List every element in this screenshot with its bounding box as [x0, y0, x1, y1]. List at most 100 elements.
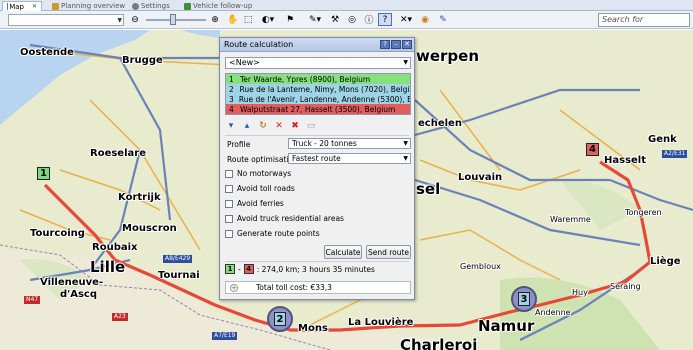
city-label: Tourcoing	[30, 228, 85, 239]
reverse-icon[interactable]: ↻	[257, 120, 269, 132]
city-label: Charleroi	[400, 336, 478, 350]
tab-planning-label: Planning overview	[61, 2, 126, 10]
tab-map[interactable]: Map ✕	[2, 1, 42, 11]
tools-icon[interactable]: ⚒	[328, 13, 342, 26]
stop-marker-3[interactable]: 3	[511, 286, 537, 312]
chevron-down-icon: ▼	[117, 17, 122, 24]
divider	[225, 135, 409, 136]
send-route-button[interactable]: Send route	[366, 245, 411, 259]
move-up-icon[interactable]: ▴	[241, 120, 253, 132]
flag-icon[interactable]: ⚑	[283, 13, 297, 26]
chevron-down-icon: ▼	[403, 140, 408, 147]
divider	[225, 261, 409, 262]
stop-address: Walputstraat 27, Hasselt (3500), Belgium	[240, 104, 396, 114]
avoid-truck-residential-checkbox[interactable]: Avoid truck residential areas	[225, 214, 344, 223]
city-label: Lille	[90, 258, 126, 276]
dialog-window-buttons: ? – ✕	[380, 40, 412, 49]
profile-select[interactable]: Truck - 20 tonnes ▼	[288, 138, 411, 149]
city-label: Liège	[650, 256, 681, 267]
generate-route-points-checkbox[interactable]: Generate route points	[225, 229, 320, 238]
checkbox-label: Avoid toll roads	[237, 184, 295, 193]
stop-list-item[interactable]: 1 Ter Waarde, Ypres (8900), Belgium	[226, 74, 410, 84]
stop-marker-1[interactable]: 1	[37, 167, 50, 180]
summary-start-badge: 1	[225, 264, 235, 274]
close-button[interactable]: ✕	[402, 40, 412, 49]
stop-list-item[interactable]: 2 Rue de la Lanteme, Nimy, Mons (7020), …	[226, 84, 410, 94]
checkbox-box[interactable]	[225, 199, 233, 208]
route-select[interactable]: <New> ▼	[225, 57, 411, 69]
tab-vehicle-label: Vehicle follow-up	[193, 2, 253, 10]
zoom-in-icon[interactable]: ⊕	[208, 13, 222, 26]
profile-label: Profile	[227, 140, 251, 149]
stop-number: 3	[518, 292, 530, 306]
tab-settings[interactable]: Settings	[128, 1, 174, 11]
checkbox-box[interactable]	[225, 229, 233, 238]
city-label: Mons	[298, 323, 328, 334]
city-label: Andenne	[535, 308, 571, 317]
stop-list-item[interactable]: 4 Walputstraat 27, Hasselt (3500), Belgi…	[226, 104, 410, 114]
checkbox-box[interactable]	[225, 214, 233, 223]
shape-icon[interactable]: ◐▾	[258, 13, 278, 26]
stop-toolbar: ▾ ▴ ↻ ✕ ✖ ▭	[225, 119, 317, 133]
checkbox-box[interactable]	[225, 184, 233, 193]
map-layer-dropdown[interactable]: ▼	[8, 14, 124, 26]
stop-marker-4[interactable]: 4	[586, 143, 599, 156]
planning-icon	[52, 2, 59, 10]
settings-icon	[132, 2, 139, 10]
city-label: Tournai	[158, 270, 200, 281]
route-select-value: <New>	[229, 58, 260, 67]
stop-address: Rue de l'Avenir, Landenne, Andenne (5300…	[238, 94, 410, 104]
tab-map-label: Map	[9, 2, 24, 11]
expand-icon[interactable]: +	[230, 283, 238, 292]
city-label: Genk	[648, 134, 677, 145]
compass-icon[interactable]: ◉	[418, 13, 432, 26]
toll-cost-row[interactable]: + Total toll cost: €33,3	[225, 281, 411, 294]
stop-list-item[interactable]: 3 Rue de l'Avenir, Landenne, Andenne (53…	[226, 94, 410, 104]
help-icon[interactable]: ?	[378, 13, 392, 26]
checkbox-label: Avoid truck residential areas	[237, 214, 344, 223]
edit-icon[interactable]: ✎▾	[305, 13, 325, 26]
zoom-slider-track[interactable]	[146, 19, 206, 21]
clear-icon[interactable]: ▭	[305, 120, 317, 132]
checkbox-label: Avoid ferries	[237, 199, 284, 208]
close-icon[interactable]: ✕	[32, 3, 37, 10]
zoom-area-icon[interactable]: ⬚	[241, 13, 255, 26]
move-down-icon[interactable]: ▾	[225, 120, 237, 132]
city-label: Louvain	[458, 172, 503, 183]
tab-planning-overview[interactable]: Planning overview	[48, 1, 129, 11]
route-optimisation-select[interactable]: Fastest route ▼	[288, 153, 411, 164]
avoid-ferries-checkbox[interactable]: Avoid ferries	[225, 199, 284, 208]
close-icon[interactable]: ✕▾	[396, 13, 416, 26]
route-optimisation-value: Fastest route	[292, 154, 341, 163]
delete-all-icon[interactable]: ✖	[289, 120, 301, 132]
zoom-out-icon[interactable]: ⊖	[128, 13, 142, 26]
checkbox-box[interactable]	[225, 169, 233, 178]
search-input[interactable]: Search for	[598, 13, 690, 27]
hand-icon[interactable]: ✋	[226, 13, 240, 26]
road-label: A23	[112, 313, 128, 321]
calculate-button[interactable]: Calculate	[324, 245, 362, 259]
minimize-button[interactable]: –	[391, 40, 401, 49]
stop-address: Ter Waarde, Ypres (8900), Belgium	[240, 74, 371, 84]
city-label: Brugge	[122, 55, 163, 66]
road-label: A2/E31	[662, 150, 688, 158]
zoom-slider-thumb[interactable]	[170, 14, 176, 25]
city-label: Roubaix	[92, 242, 138, 253]
tab-vehicle-follow-up[interactable]: Vehicle follow-up	[180, 1, 256, 11]
chevron-down-icon: ▼	[403, 155, 408, 162]
pen-icon[interactable]: ✎	[436, 13, 450, 26]
help-button[interactable]: ?	[380, 40, 390, 49]
stop-marker-2[interactable]: 2	[267, 306, 293, 332]
road-label: A7/E19	[212, 332, 238, 340]
gps-icon[interactable]: ◎	[345, 13, 359, 26]
city-label: d'Ascq	[60, 289, 97, 300]
stop-number: 3	[229, 94, 234, 104]
city-label: Gembloux	[460, 262, 501, 271]
avoid-toll-roads-checkbox[interactable]: Avoid toll roads	[225, 184, 295, 193]
road-label: A8/E429	[163, 255, 193, 263]
no-motorways-checkbox[interactable]: No motorways	[225, 169, 291, 178]
stop-number: 4	[229, 104, 234, 114]
toolbar: ▼ ⊖ ⊕ ✋ ⬚ ◐▾ ⚑ ✎▾ ⚒ ◎ ⓘ ? ✕▾ ◉ ✎ Search …	[0, 11, 693, 29]
delete-icon[interactable]: ✕	[273, 120, 285, 132]
info-icon[interactable]: ⓘ	[362, 13, 376, 26]
